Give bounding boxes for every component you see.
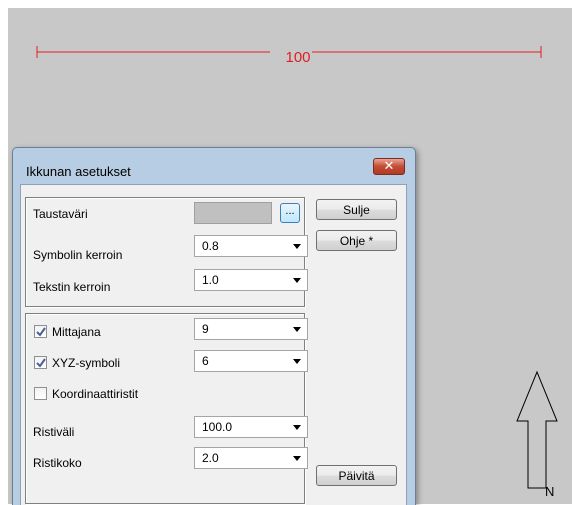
settings-dialog: Ikkunan asetukset ✕ Taustaväri ... Symbo… — [12, 147, 416, 505]
dimension-line-label: Mittajana — [52, 325, 101, 339]
close-icon: ✕ — [383, 159, 395, 174]
text-factor-label: Tekstin kerroin — [33, 280, 111, 294]
chevron-down-icon — [293, 456, 301, 461]
dialog-titlebar[interactable]: Ikkunan asetukset ✕ — [13, 148, 415, 184]
help-button[interactable]: Ohje * — [316, 230, 397, 251]
check-icon — [36, 358, 46, 368]
cross-spacing-label: Ristiväli — [33, 425, 75, 439]
background-color-browse-button[interactable]: ... — [280, 203, 300, 223]
cross-spacing-select[interactable]: 100.0 — [194, 416, 308, 438]
close-button[interactable]: Sulje — [316, 199, 397, 220]
chevron-down-icon — [293, 327, 301, 332]
chevron-down-icon — [293, 244, 301, 249]
update-button[interactable]: Päivitä — [316, 465, 397, 486]
dimension-line-checkbox[interactable] — [34, 325, 47, 338]
coordinate-cross-checkbox[interactable] — [34, 387, 47, 400]
background-color-label: Taustaväri — [33, 207, 88, 221]
cross-size-label: Ristikoko — [33, 456, 82, 470]
chevron-down-icon — [293, 359, 301, 364]
grid-settings-group — [25, 313, 305, 504]
symbol-factor-select[interactable]: 0.8 — [194, 235, 308, 257]
north-label: N — [545, 484, 555, 499]
check-icon — [36, 327, 46, 337]
chevron-down-icon — [293, 278, 301, 283]
dialog-title: Ikkunan asetukset — [26, 164, 131, 179]
xyz-symbol-select[interactable]: 6 — [194, 350, 308, 372]
xyz-symbol-checkbox[interactable] — [34, 356, 47, 369]
close-window-button[interactable]: ✕ — [373, 158, 405, 175]
background-color-swatch[interactable] — [194, 202, 272, 224]
chevron-down-icon — [293, 425, 301, 430]
dialog-body: Taustaväri ... Symbolin kerroin 0.8 Teks… — [20, 184, 407, 505]
xyz-symbol-label: XYZ-symboli — [52, 356, 121, 370]
symbol-factor-label: Symbolin kerroin — [33, 248, 123, 262]
dimension-line-select[interactable]: 9 — [194, 318, 308, 340]
coordinate-cross-label: Koordinaattiristit — [52, 387, 139, 401]
text-factor-select[interactable]: 1.0 — [194, 269, 308, 291]
cross-size-select[interactable]: 2.0 — [194, 447, 308, 469]
